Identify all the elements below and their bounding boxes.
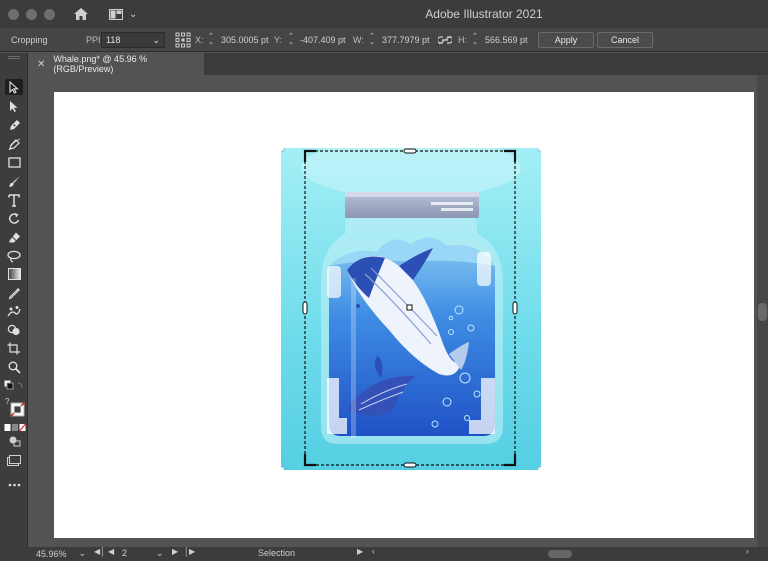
rectangle-tool-icon[interactable] xyxy=(5,154,23,170)
workspace-layout-icon xyxy=(109,8,123,20)
w-stepper[interactable]: ⌃ ⌄ xyxy=(368,33,376,47)
draw-mode-icon[interactable] xyxy=(5,433,23,449)
document-tab-bar: ✕ Whale.png* @ 45.96 % (RGB/Preview) xyxy=(28,53,768,75)
default-colors-icon[interactable] xyxy=(4,379,24,391)
x-stepper[interactable]: ⌃ ⌄ xyxy=(207,33,215,47)
h-label: H: xyxy=(458,34,467,45)
shape-builder-tool-icon[interactable] xyxy=(5,322,23,338)
window-controls xyxy=(8,8,55,20)
ppi-value: 118 xyxy=(106,35,121,45)
type-tool-icon[interactable] xyxy=(5,192,23,208)
minimize-window-button[interactable] xyxy=(26,8,37,20)
panel-grip[interactable] xyxy=(8,56,20,59)
rotate-tool-icon[interactable] xyxy=(5,210,23,226)
current-tool-name: Selection xyxy=(258,548,296,558)
close-window-button[interactable] xyxy=(8,8,19,20)
tools-panel: ? xyxy=(0,53,28,547)
horizontal-scrollbar-thumb[interactable] xyxy=(548,550,572,558)
y-value[interactable]: -407.409 pt xyxy=(300,35,346,45)
home-icon[interactable] xyxy=(73,6,89,22)
last-artboard-icon[interactable]: │▶ xyxy=(184,547,195,556)
pen-tool-icon[interactable] xyxy=(5,117,23,133)
ppi-dropdown-icon[interactable]: ⌄ xyxy=(152,35,160,46)
curvature-tool-icon[interactable] xyxy=(5,136,23,152)
close-tab-icon[interactable]: ✕ xyxy=(37,59,45,70)
w-label: W: xyxy=(353,34,364,45)
artboard-dropdown-icon[interactable]: ⌄ xyxy=(156,548,164,559)
scroll-right-icon[interactable]: › xyxy=(746,547,749,556)
zoom-tool-icon[interactable] xyxy=(5,359,23,375)
previous-artboard-icon[interactable]: ◀ xyxy=(108,547,114,556)
selection-tool-icon[interactable] xyxy=(5,79,23,95)
x-label: X: xyxy=(195,34,204,45)
maximize-window-button[interactable] xyxy=(44,8,55,20)
title-bar: ⌄ Adobe Illustrator 2021 xyxy=(0,0,768,28)
crop-box[interactable] xyxy=(300,146,522,472)
fill-stroke-swatch[interactable]: ? xyxy=(4,396,26,418)
zoom-dropdown-icon[interactable]: ⌄ xyxy=(79,548,87,559)
status-menu-icon[interactable]: ▶ xyxy=(357,547,363,556)
workspace-switcher[interactable]: ⌄ xyxy=(109,8,138,20)
y-stepper[interactable]: ⌃ ⌄ xyxy=(287,33,295,47)
screen-mode-icon[interactable] xyxy=(5,453,23,469)
control-bar: Cropping PPI: 118 ⌄ X: ⌃ ⌄ 305.0005 pt Y:… xyxy=(0,28,768,52)
h-value[interactable]: 566.569 pt xyxy=(485,35,528,45)
status-bar: 45.96% ⌄ ◀│ ◀ 2 ⌄ ▶ │▶ Selection ▶ ‹ › xyxy=(0,547,768,561)
svg-text:?: ? xyxy=(5,397,10,406)
puppet-warp-tool-icon[interactable] xyxy=(5,303,23,319)
apply-button[interactable]: Apply xyxy=(538,32,594,48)
direct-selection-tool-icon[interactable] xyxy=(5,98,23,114)
color-mode-buttons[interactable] xyxy=(4,420,26,432)
artboard-tool-icon[interactable] xyxy=(5,340,23,356)
chevron-down-icon: ⌄ xyxy=(129,8,138,20)
zoom-control[interactable]: 45.96% ⌄ xyxy=(36,548,86,559)
mode-label: Cropping xyxy=(11,34,48,45)
reference-point-icon[interactable] xyxy=(175,32,191,48)
ppi-field[interactable]: 118 ⌄ xyxy=(101,32,165,48)
y-label: Y: xyxy=(274,34,283,45)
cancel-button[interactable]: Cancel xyxy=(597,32,653,48)
gradient-tool-icon[interactable] xyxy=(5,266,23,282)
vertical-scrollbar-thumb[interactable] xyxy=(758,303,767,321)
eyedropper-tool-icon[interactable] xyxy=(5,285,23,301)
next-artboard-icon[interactable]: ▶ xyxy=(172,547,178,556)
vertical-scrollbar[interactable] xyxy=(757,75,768,547)
artboard-number[interactable]: 2 xyxy=(122,548,127,558)
h-stepper[interactable]: ⌃ ⌄ xyxy=(471,33,479,47)
first-artboard-icon[interactable]: ◀│ xyxy=(94,547,105,556)
zoom-value: 45.96% xyxy=(36,548,67,559)
document-tab[interactable]: ✕ Whale.png* @ 45.96 % (RGB/Preview) xyxy=(28,53,204,75)
x-value[interactable]: 305.0005 pt xyxy=(221,35,269,45)
lasso-tool-icon[interactable] xyxy=(5,248,23,264)
constrain-proportions-icon[interactable] xyxy=(438,35,452,45)
eraser-tool-icon[interactable] xyxy=(5,229,23,245)
w-value[interactable]: 377.7979 pt xyxy=(382,35,430,45)
scroll-left-icon[interactable]: ‹ xyxy=(372,547,375,556)
edit-toolbar-icon[interactable] xyxy=(5,477,23,493)
document-tab-label: Whale.png* @ 45.96 % (RGB/Preview) xyxy=(53,54,148,74)
paintbrush-tool-icon[interactable] xyxy=(5,173,23,189)
